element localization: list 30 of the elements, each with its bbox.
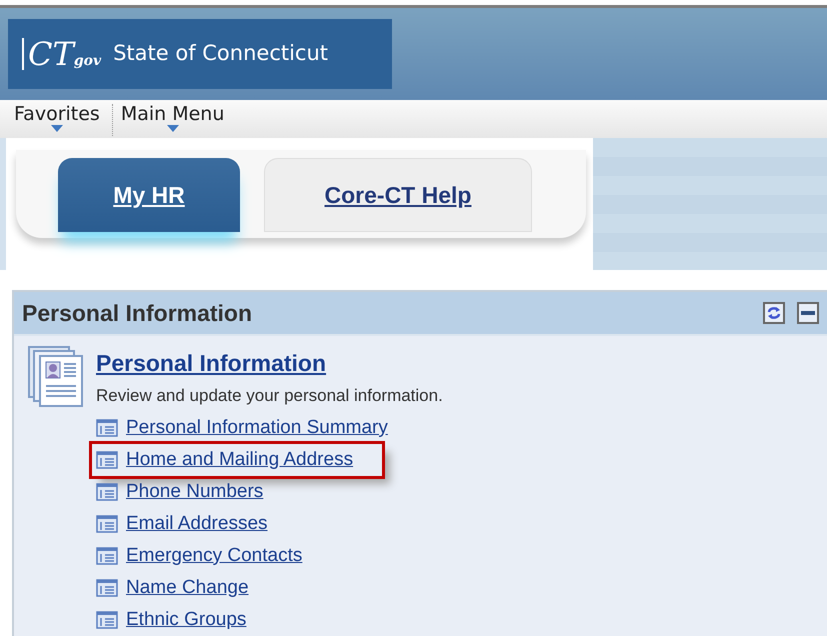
nav-link[interactable]: Name Change — [126, 574, 249, 602]
list-icon — [96, 451, 118, 469]
list-icon — [96, 547, 118, 565]
list-icon — [96, 579, 118, 597]
portlet-title: Personal Information — [22, 298, 254, 328]
nav-link[interactable]: Phone Numbers — [126, 478, 264, 506]
caret-icon — [166, 124, 179, 132]
nav-link[interactable]: Home and Mailing Address — [126, 446, 354, 474]
nav-link[interactable]: Ethnic Groups — [126, 606, 246, 634]
list-icon — [96, 483, 118, 501]
refresh-icon — [766, 305, 782, 321]
nav-link[interactable]: Personal Information Summary — [126, 414, 388, 442]
list-icon — [96, 611, 118, 629]
refresh-button[interactable] — [763, 302, 785, 324]
tab[interactable]: My HR — [58, 158, 240, 232]
menu-item[interactable]: Main Menu — [118, 104, 230, 132]
nav-link[interactable]: Email Addresses — [126, 510, 268, 538]
section-link[interactable]: Personal Information — [96, 346, 326, 380]
logo[interactable]: CTgov — [22, 38, 102, 70]
document-icon — [28, 346, 84, 408]
section-description: Review and update your personal information. — [96, 384, 443, 406]
list-icon — [96, 515, 118, 533]
nav-link[interactable]: Emergency Contacts — [126, 542, 302, 570]
tab[interactable]: Core-CT Help — [264, 158, 532, 232]
site-title: State of Connecticut — [113, 40, 328, 68]
list-icon — [96, 419, 118, 437]
menu-item[interactable]: Favorites — [12, 104, 106, 132]
minimize-button[interactable] — [797, 302, 819, 324]
caret-icon — [50, 124, 63, 132]
minus-icon — [801, 311, 815, 315]
